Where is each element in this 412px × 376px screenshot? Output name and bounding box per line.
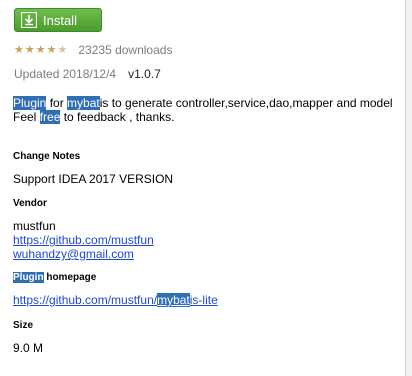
vendor-url-link[interactable]: https://github.com/mustfun — [13, 233, 154, 247]
description-line-2: Feel free to feedback , thanks. — [13, 110, 398, 124]
download-icon — [21, 12, 37, 28]
plugin-description: Plugin for mybatis to generate controlle… — [13, 96, 398, 124]
star-icon: ★ — [24, 43, 35, 56]
size-title: Size — [13, 320, 34, 331]
description-text: to feedback , thanks. — [60, 110, 175, 124]
star-icon: ★ — [46, 43, 57, 56]
star-rating: ★ ★ ★ ★ ★ — [14, 43, 68, 56]
description-text: for — [46, 96, 68, 110]
update-info: Updated 2018/12/4 v1.0.7 — [14, 67, 161, 81]
homepage-link[interactable]: https://github.com/mustfun/mybatis-lite — [13, 293, 218, 307]
version-label: v1.0.7 — [128, 67, 161, 81]
search-highlight: mybat — [157, 293, 190, 307]
half-star-icon: ★ — [57, 43, 68, 56]
search-highlight: Plugin — [13, 96, 47, 110]
updated-date: Updated 2018/12/4 — [14, 67, 117, 81]
homepage-title-text: homepage — [43, 272, 97, 283]
description-text: Feel — [13, 110, 40, 124]
download-count: 23235 downloads — [78, 43, 173, 57]
install-button[interactable]: Install — [14, 8, 102, 32]
search-highlight: free — [39, 110, 61, 124]
homepage-title: Plugin homepage — [13, 272, 96, 283]
homepage-url-part: https://github.com/mustfun/ — [13, 293, 158, 307]
vendor-email-link[interactable]: wuhandzy@gmail.com — [13, 247, 134, 261]
scrollbar-track[interactable] — [406, 0, 412, 376]
install-label: Install — [43, 12, 77, 28]
description-text: is to generate controller,service,dao,ma… — [99, 96, 393, 110]
size-value: 9.0 M — [13, 341, 44, 355]
change-notes-title: Change Notes — [13, 151, 81, 162]
star-icon: ★ — [35, 43, 46, 56]
description-line-1: Plugin for mybatis to generate controlle… — [13, 96, 398, 110]
vendor-name: mustfun — [13, 219, 56, 233]
star-icon: ★ — [14, 43, 24, 56]
search-highlight: Plugin — [13, 272, 44, 283]
homepage-url-part: is-lite — [189, 293, 218, 307]
search-highlight: mybat — [67, 96, 100, 110]
change-notes-text: Support IDEA 2017 VERSION — [13, 172, 174, 186]
rating-row: ★ ★ ★ ★ ★ 23235 downloads — [14, 42, 172, 58]
vendor-title: Vendor — [13, 198, 47, 209]
